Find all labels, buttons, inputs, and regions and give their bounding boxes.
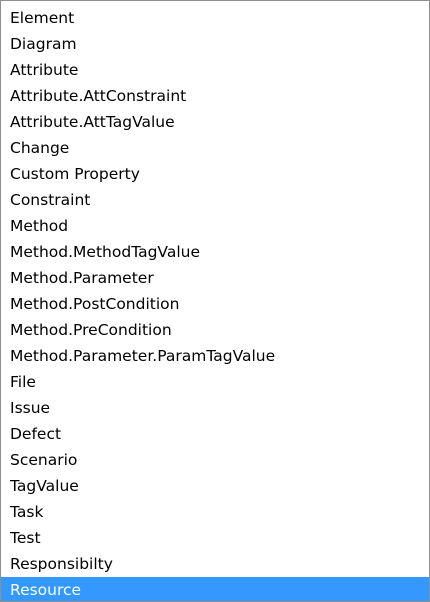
list-item-resource[interactable]: Resource xyxy=(1,577,429,601)
list-item-method-parameter[interactable]: Method.Parameter xyxy=(1,265,429,291)
list-item-tagvalue[interactable]: TagValue xyxy=(1,473,429,499)
list-item-scenario[interactable]: Scenario xyxy=(1,447,429,473)
list-item-constraint[interactable]: Constraint xyxy=(1,187,429,213)
item-type-list: Element Diagram Attribute Attribute.AttC… xyxy=(1,1,429,601)
list-item-task[interactable]: Task xyxy=(1,499,429,525)
list-item-defect[interactable]: Defect xyxy=(1,421,429,447)
list-item-file[interactable]: File xyxy=(1,369,429,395)
list-item-custom-property[interactable]: Custom Property xyxy=(1,161,429,187)
list-item-diagram[interactable]: Diagram xyxy=(1,31,429,57)
list-item-element[interactable]: Element xyxy=(1,5,429,31)
item-type-listbox[interactable]: Element Diagram Attribute Attribute.AttC… xyxy=(0,0,430,602)
list-item-change[interactable]: Change xyxy=(1,135,429,161)
list-item-attribute-atttagvalue[interactable]: Attribute.AttTagValue xyxy=(1,109,429,135)
list-item-method-methodtagvalue[interactable]: Method.MethodTagValue xyxy=(1,239,429,265)
list-item-method-precondition[interactable]: Method.PreCondition xyxy=(1,317,429,343)
list-item-method-postcondition[interactable]: Method.PostCondition xyxy=(1,291,429,317)
list-item-method[interactable]: Method xyxy=(1,213,429,239)
list-item-attribute[interactable]: Attribute xyxy=(1,57,429,83)
list-item-responsibilty[interactable]: Responsibilty xyxy=(1,551,429,577)
list-item-test[interactable]: Test xyxy=(1,525,429,551)
list-item-method-parameter-paramtagvalue[interactable]: Method.Parameter.ParamTagValue xyxy=(1,343,429,369)
list-item-attribute-attconstraint[interactable]: Attribute.AttConstraint xyxy=(1,83,429,109)
list-item-issue[interactable]: Issue xyxy=(1,395,429,421)
